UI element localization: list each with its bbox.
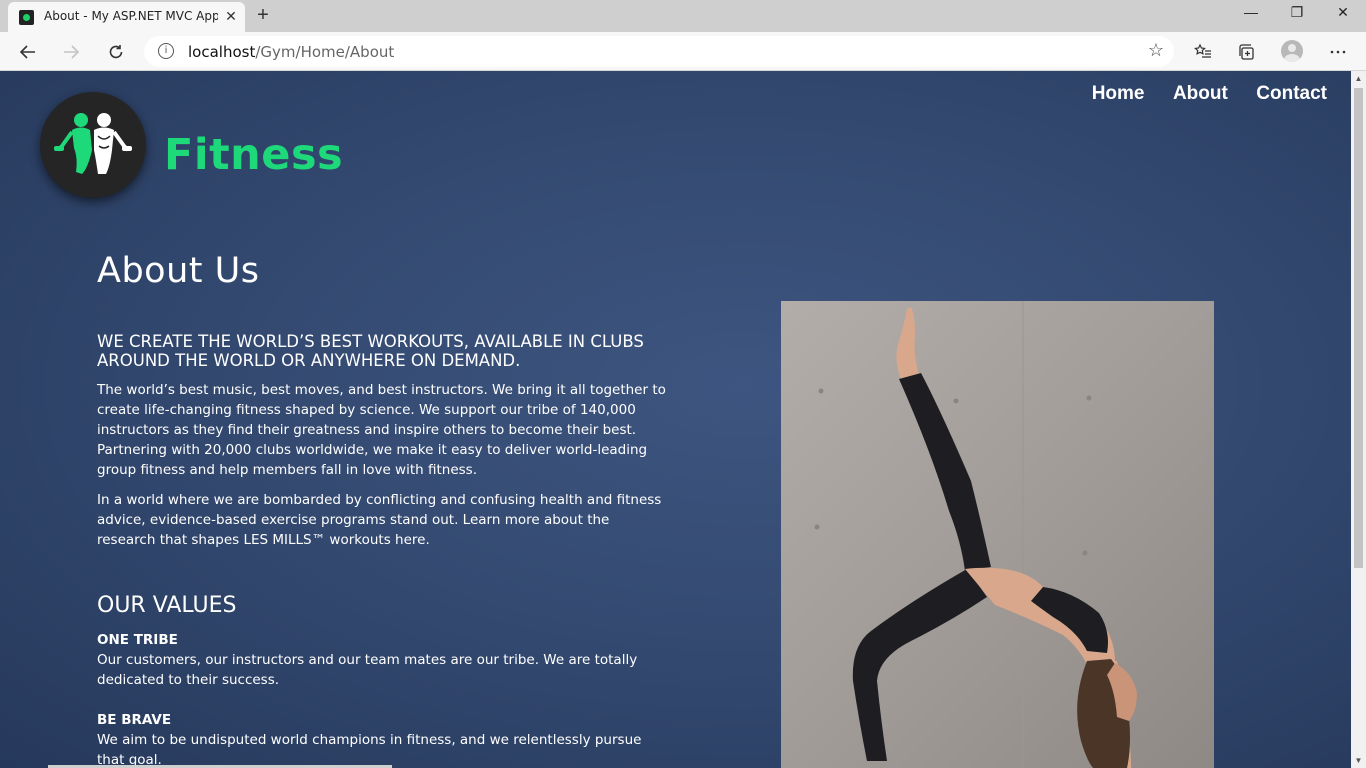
profile-avatar[interactable] — [1281, 40, 1303, 62]
site-favicon-icon — [19, 10, 34, 25]
refresh-icon[interactable] — [101, 37, 131, 67]
main-nav: Home About Contact — [1068, 83, 1327, 105]
value-title: ONE TRIBE — [97, 632, 178, 648]
about-paragraph: In a world where we are bombarded by con… — [97, 492, 662, 548]
about-paragraph: The world’s best music, best moves, and … — [97, 382, 666, 478]
site-logo[interactable] — [40, 92, 146, 198]
yoga-pose-photo — [781, 301, 1214, 768]
tab-strip: About - My ASP.NET MVC Application ✕ + —… — [0, 0, 1366, 32]
value-text: Our customers, our instructors and our t… — [97, 652, 638, 688]
nav-link-contact[interactable]: Contact — [1256, 83, 1327, 105]
close-window-button[interactable]: ✕ — [1320, 0, 1366, 30]
vertical-scrollbar[interactable]: ▲ ▼ — [1351, 71, 1366, 768]
browser-tab[interactable]: About - My ASP.NET MVC Application ✕ — [8, 2, 245, 32]
tab-title: About - My ASP.NET MVC Application — [44, 9, 218, 23]
address-bar[interactable]: i localhost/Gym/Home/About ☆ — [144, 36, 1174, 67]
back-arrow-icon[interactable] — [13, 37, 43, 67]
scrollbar-thumb[interactable] — [1354, 88, 1363, 568]
fitness-logo-icon — [54, 113, 132, 174]
scroll-up-icon[interactable]: ▲ — [1351, 71, 1366, 86]
brand-name[interactable]: Fitness — [164, 131, 343, 179]
nav-link-about[interactable]: About — [1173, 83, 1228, 105]
ellipsis-icon[interactable] — [1323, 37, 1353, 67]
about-subheading: WE CREATE THE WORLD’S BEST WORKOUTS, AVA… — [97, 332, 644, 370]
new-tab-button[interactable]: + — [252, 4, 274, 26]
yoga-woman-illustration — [814, 301, 1137, 768]
info-icon[interactable]: i — [158, 43, 174, 59]
page-body: Fitness Home About Contact About Us WE C… — [0, 71, 1351, 768]
page-title: About Us — [97, 251, 260, 291]
close-tab-icon[interactable]: ✕ — [222, 7, 240, 25]
star-icon[interactable]: ☆ — [1148, 40, 1164, 61]
url-text: localhost/Gym/Home/About — [188, 43, 395, 61]
restore-button[interactable]: ❐ — [1274, 0, 1320, 30]
value-text: We aim to be undisputed world champions … — [97, 732, 642, 768]
value-title: BE BRAVE — [97, 712, 172, 728]
scroll-down-icon[interactable]: ▼ — [1351, 753, 1366, 768]
collections-icon[interactable] — [1232, 37, 1262, 67]
about-content: About Us WE CREATE THE WORLD’S BEST WORK… — [97, 249, 667, 768]
nav-link-home[interactable]: Home — [1092, 83, 1145, 105]
forward-arrow-icon[interactable] — [56, 37, 86, 67]
values-heading: OUR VALUES — [97, 593, 237, 618]
minimize-button[interactable]: — — [1228, 0, 1274, 30]
browser-toolbar: i localhost/Gym/Home/About ☆ — [0, 32, 1366, 71]
favorites-icon[interactable] — [1188, 37, 1218, 67]
